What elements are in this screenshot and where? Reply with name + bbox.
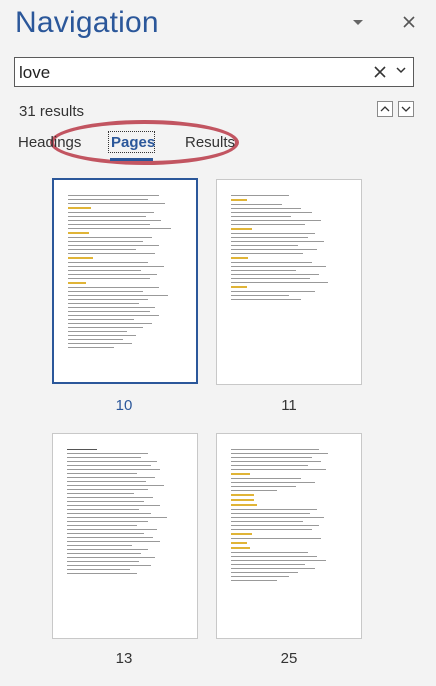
chevron-up-icon [380,106,390,112]
tab-results[interactable]: Results [185,134,235,151]
tab-pages[interactable]: Pages [111,134,155,151]
active-tab-indicator [110,158,153,161]
page-preview [67,449,183,577]
clear-icon [374,66,386,78]
page-thumbnail-10[interactable] [52,178,198,384]
page-number-label: 10 [115,397,133,414]
pane-options-button[interactable] [348,12,368,32]
results-count: 31 results [19,103,85,120]
page-thumbnail-13[interactable] [52,433,198,639]
tab-headings[interactable]: Headings [18,134,81,151]
page-number-label: 11 [281,397,297,414]
next-result-button[interactable] [398,101,414,117]
page-thumbnail-25[interactable] [216,433,362,639]
page-thumbnail-11[interactable] [216,179,362,385]
page-preview [68,195,182,351]
page-number-label: 13 [115,650,133,667]
previous-result-button[interactable] [377,101,393,117]
search-input[interactable]: love [14,57,414,87]
chevron-down-icon [353,20,363,25]
page-number-label: 25 [280,650,298,667]
chevron-down-icon [401,106,411,112]
page-preview [231,195,347,303]
page-preview [231,449,347,584]
close-pane-button[interactable] [399,12,419,32]
clear-search-button[interactable] [373,60,387,85]
close-icon [403,16,415,28]
pane-title: Navigation [15,6,159,39]
search-value: love [19,63,51,82]
search-options-chevron-icon[interactable] [395,64,407,76]
